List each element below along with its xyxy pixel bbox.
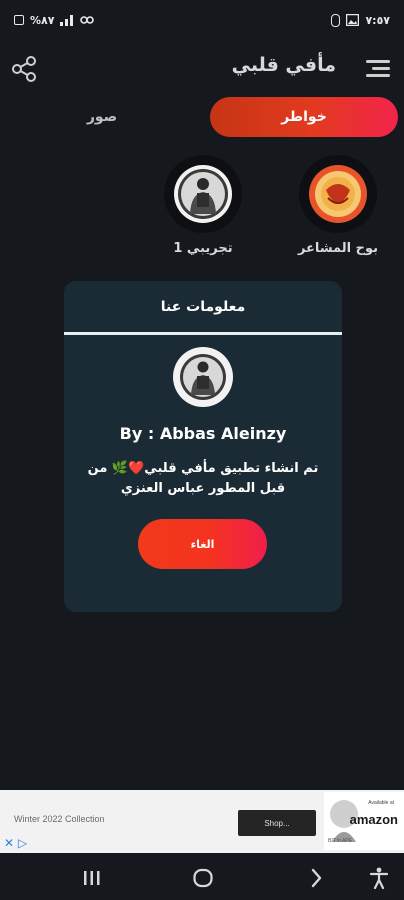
category-emblem-icon [309,165,367,223]
ad-image[interactable]: Available at amazon BIT in APE [324,792,404,850]
system-nav-bar [0,854,404,900]
screenshot-icon [14,15,24,25]
ad-controls: ✕ ▷ [4,836,27,850]
ad-close-icon[interactable]: ✕ [4,836,14,850]
gallery-icon [346,14,360,26]
ad-choices-icon[interactable]: ▷ [18,836,27,850]
category-feelings-ring [299,155,377,233]
tab-thoughts-label: خواطر [281,109,327,125]
dialog-title: معلومات عنا [160,299,246,315]
share-icon[interactable] [10,54,40,84]
avatar [173,347,233,407]
app-bar: مأفي قلبي [0,46,404,90]
accessibility-icon[interactable] [367,866,391,890]
dialog-divider [64,332,342,335]
home-icon[interactable] [191,866,215,890]
tab-thoughts[interactable]: خواطر [210,97,398,137]
ad-banner[interactable]: Winter 2022 Collection Shop... Available… [0,790,404,853]
menu-icon[interactable] [366,58,390,78]
status-right: ٧:٥٧ [331,13,390,27]
record-icon [331,13,341,27]
cancel-button-label: الغاء [190,537,215,551]
tab-images-label: صور [86,109,118,125]
category-feelings-label: بوح المشاعر [297,241,379,256]
recent-apps-icon[interactable] [80,866,104,890]
person-photo-icon [174,165,232,223]
cancel-button[interactable]: الغاء [138,519,267,569]
ad-text: Winter 2022 Collection [14,814,105,824]
ad-brand-small: Available at [368,800,394,806]
ad-caption: BIT in APE [328,838,353,844]
about-dialog: معلومات عنا By : Abbas Aleinzy تم انشاء … [64,281,342,612]
link-icon [80,16,95,24]
clock: ٧:٥٧ [365,13,390,27]
ad-shop-label: Shop... [264,818,290,828]
category-test[interactable]: تجريبي 1 [151,155,255,256]
tab-images[interactable]: صور [60,97,144,137]
category-feelings[interactable]: بوح المشاعر [286,155,390,256]
category-test-label: تجريبي 1 [173,241,233,256]
dialog-description: تم انشاء تطبيق مأفي قلبي❤️🌿 من قبل المطو… [87,461,319,496]
back-icon[interactable] [304,866,328,890]
ad-brand: amazon [349,812,398,827]
app-title: مأفي قلبي [231,54,336,76]
signal-icon [60,15,74,26]
developer-byline: By : Abbas Aleinzy [119,424,287,443]
developer-photo-icon [176,350,230,404]
status-left: %٨٧ [14,13,95,27]
battery-percent: %٨٧ [30,13,55,27]
status-bar: %٨٧ ٧:٥٧ [0,0,404,40]
ad-shop-button[interactable]: Shop... [238,810,316,836]
category-test-ring [164,155,242,233]
